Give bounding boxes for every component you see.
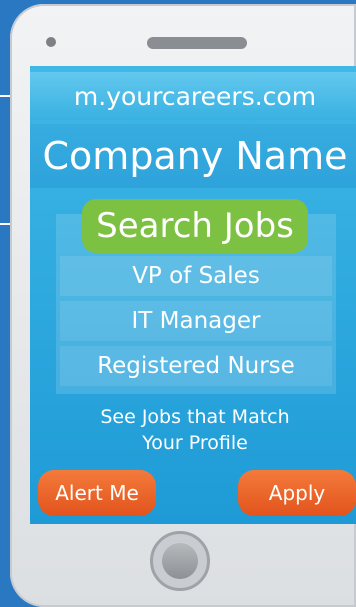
url-bar[interactable]: m.yourcareers.com [30, 72, 356, 120]
phone-mockup: m.yourcareers.com Company Name Search Jo… [10, 4, 356, 607]
job-item-it-manager[interactable]: IT Manager [60, 301, 332, 341]
phone-screen: m.yourcareers.com Company Name Search Jo… [30, 66, 356, 524]
home-button-icon [162, 543, 198, 579]
match-profile-link[interactable]: See Jobs that Match Your Profile [70, 404, 320, 456]
match-text-line1: See Jobs that Match [100, 406, 290, 428]
apply-button[interactable]: Apply [238, 470, 356, 516]
match-text-line2: Your Profile [142, 432, 248, 454]
url-text: m.yourcareers.com [73, 81, 317, 111]
speaker-grille [147, 37, 247, 49]
search-jobs-button[interactable]: Search Jobs [82, 199, 308, 253]
home-button[interactable] [150, 531, 210, 591]
job-item-registered-nurse[interactable]: Registered Nurse [60, 346, 332, 386]
camera-icon [46, 37, 56, 47]
alert-me-button[interactable]: Alert Me [38, 470, 156, 516]
company-name: Company Name [30, 124, 356, 188]
job-item-vp-of-sales[interactable]: VP of Sales [60, 256, 332, 296]
